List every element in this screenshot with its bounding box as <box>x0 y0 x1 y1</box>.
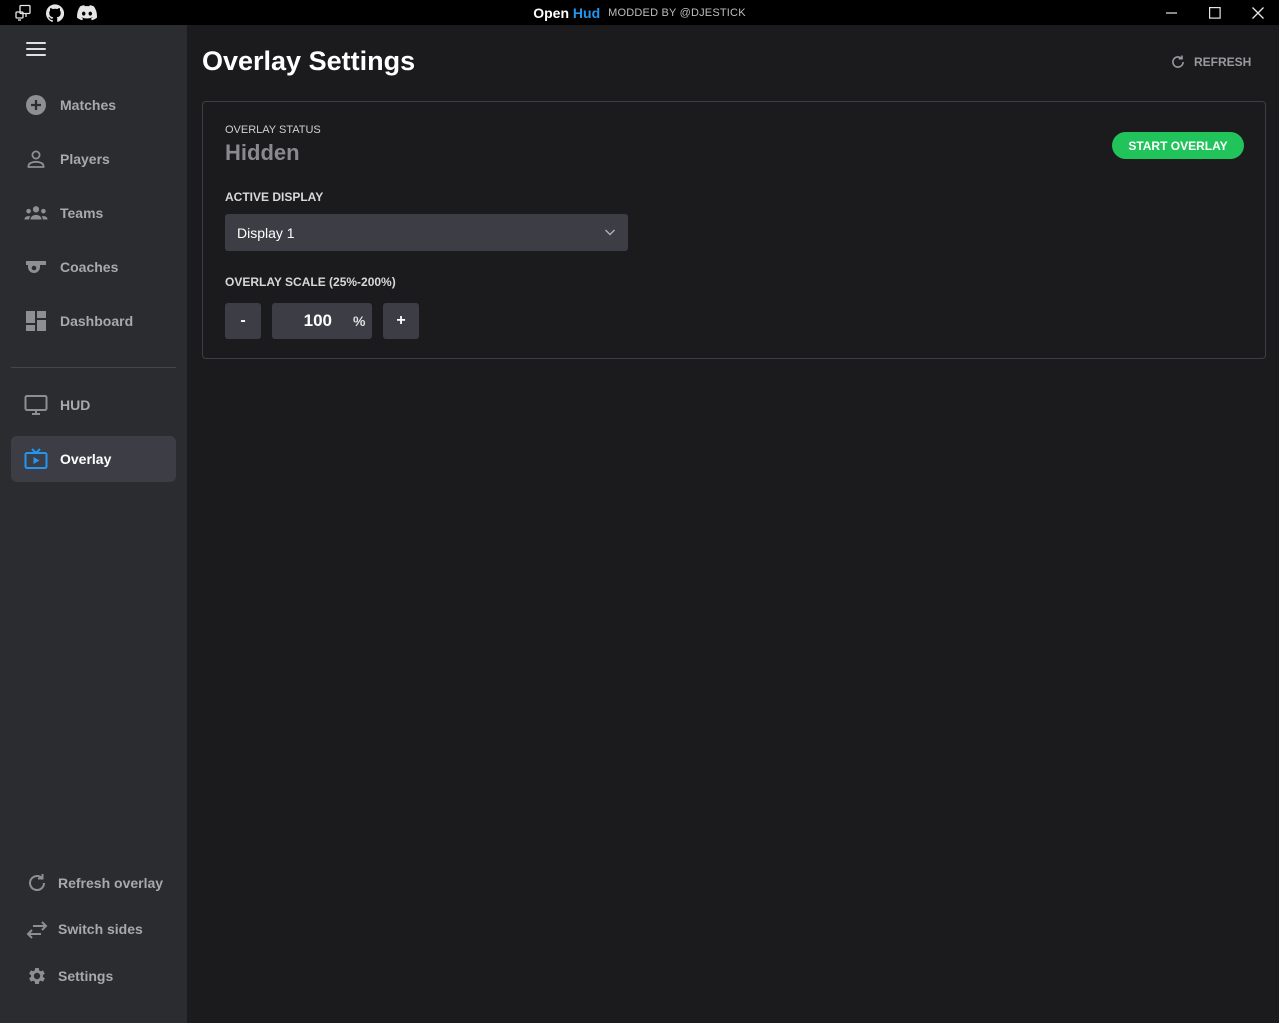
brand-open: Open <box>533 4 570 21</box>
sidebar-item-label: Teams <box>60 205 104 221</box>
github-icon[interactable] <box>44 2 66 24</box>
chevron-down-icon <box>605 229 615 236</box>
scale-unit: % <box>353 313 366 329</box>
sidebar-item-teams[interactable]: Teams <box>11 190 176 236</box>
overlay-status-value: Hidden <box>225 140 300 165</box>
gear-icon <box>25 964 49 988</box>
refresh-overlay-label: Refresh overlay <box>58 875 164 891</box>
sidebar-item-coaches[interactable]: Coaches <box>11 244 176 290</box>
refresh-icon <box>1172 55 1184 68</box>
hamburger-line <box>26 48 46 50</box>
brand-hud: Hud <box>572 4 601 21</box>
remote-desktop-icon[interactable] <box>12 2 34 24</box>
refresh-label: REFRESH <box>1194 55 1252 69</box>
monitor-icon <box>24 393 48 417</box>
maximize-icon <box>1208 6 1221 19</box>
person-icon <box>24 147 48 171</box>
minimize-icon <box>1165 11 1177 14</box>
title-bar-left-icons <box>0 2 98 24</box>
hamburger-menu-button[interactable] <box>26 42 46 58</box>
tv-play-icon <box>24 447 48 471</box>
settings-label: Settings <box>58 968 114 984</box>
sidebar-item-label: HUD <box>60 397 91 413</box>
sidebar-item-label: Matches <box>60 97 117 113</box>
scale-input[interactable] <box>272 311 332 331</box>
start-overlay-button[interactable]: START OVERLAY <box>1112 132 1244 159</box>
refresh-button[interactable]: REFRESH <box>1170 50 1251 74</box>
active-display-value: Display 1 <box>237 224 295 241</box>
whistle-icon <box>24 255 48 279</box>
sidebar-item-label: Players <box>60 151 110 167</box>
switch-sides-button[interactable]: Switch sides <box>13 909 178 949</box>
switch-sides-label: Switch sides <box>58 921 143 937</box>
sidebar-item-label: Dashboard <box>60 313 134 329</box>
modded-by-text: MODDED BY @DJESTICK <box>608 6 746 19</box>
page-title: Overlay Settings <box>202 46 416 76</box>
sidebar-item-dashboard[interactable]: Dashboard <box>11 298 176 344</box>
overlay-scale-label: OVERLAY SCALE (25%-200%) <box>225 275 396 289</box>
sidebar-item-matches[interactable]: Matches <box>11 82 176 128</box>
sidebar-item-overlay[interactable]: Overlay <box>11 436 176 482</box>
minimize-button[interactable] <box>1150 0 1193 25</box>
sidebar-item-players[interactable]: Players <box>11 136 176 182</box>
refresh-icon <box>25 871 49 895</box>
group-icon <box>24 201 48 225</box>
sidebar-item-label: Coaches <box>60 259 119 275</box>
brand-logo: Open Hud <box>533 5 600 21</box>
sidebar-item-label: Overlay <box>60 451 112 467</box>
window-controls <box>1150 0 1279 25</box>
refresh-overlay-button[interactable]: Refresh overlay <box>13 863 178 903</box>
overlay-settings-card: OVERLAY STATUS Hidden START OVERLAY ACTI… <box>202 101 1266 359</box>
discord-icon[interactable] <box>76 2 98 24</box>
dashboard-icon <box>24 309 48 333</box>
sidebar-divider <box>11 367 176 368</box>
hamburger-line <box>26 54 46 56</box>
overlay-status-label: OVERLAY STATUS <box>225 124 321 136</box>
swap-icon <box>25 917 49 941</box>
window-title: Open Hud MODDED BY @DJESTICK <box>0 0 1279 25</box>
scale-decrease-button[interactable]: - <box>225 303 261 339</box>
sidebar-item-hud[interactable]: HUD <box>11 382 176 428</box>
settings-button[interactable]: Settings <box>13 956 178 996</box>
close-icon <box>1251 6 1264 19</box>
add-circle-icon <box>24 93 48 117</box>
active-display-label: ACTIVE DISPLAY <box>225 190 324 204</box>
active-display-select[interactable]: Display 1 <box>225 214 628 251</box>
hamburger-line <box>26 42 46 44</box>
title-bar: Open Hud MODDED BY @DJESTICK <box>0 0 1279 25</box>
sidebar: Matches Players Teams Coaches Dashboard … <box>0 25 187 1023</box>
maximize-button[interactable] <box>1193 0 1236 25</box>
scale-field: % <box>272 303 372 339</box>
close-button[interactable] <box>1236 0 1279 25</box>
scale-increase-button[interactable]: + <box>383 303 419 339</box>
